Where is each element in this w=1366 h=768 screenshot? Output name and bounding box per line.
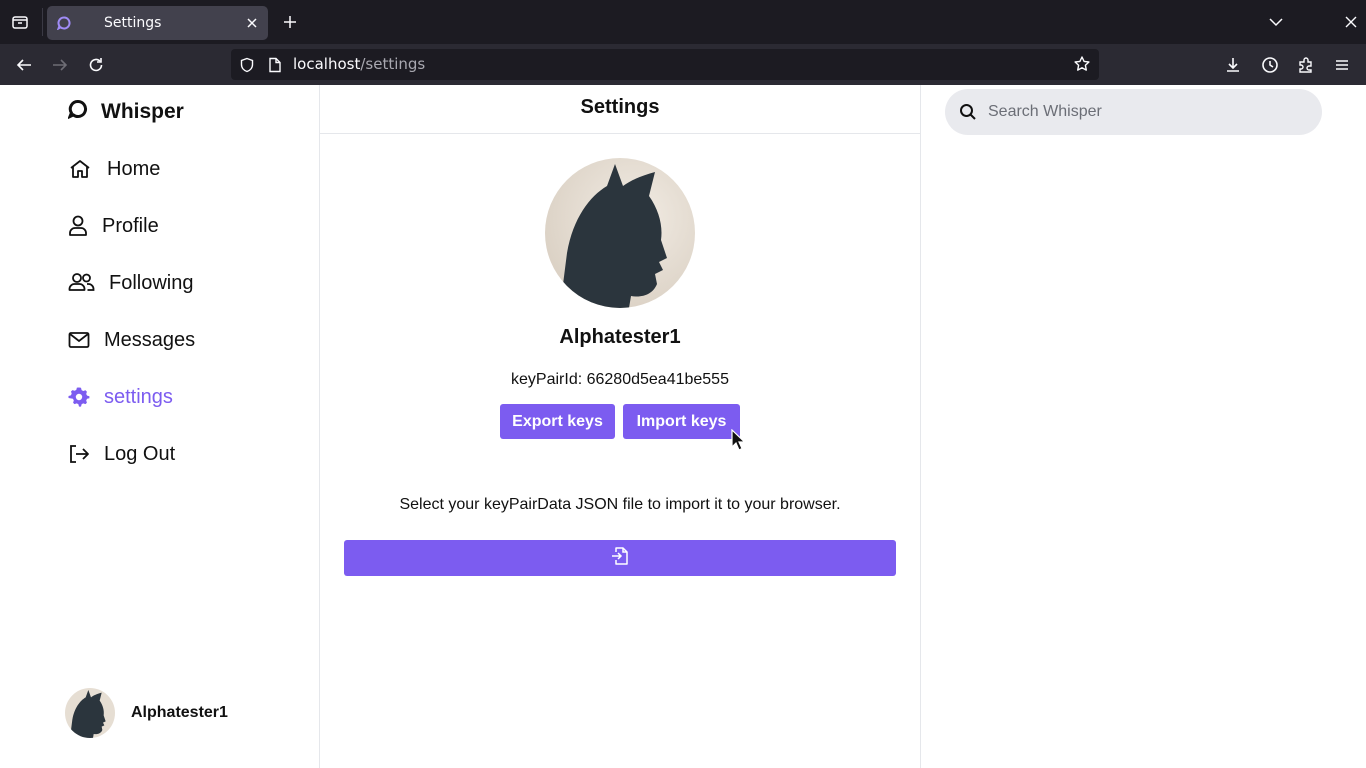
sidebar-item-label: settings <box>104 385 173 408</box>
sidebar-item-messages[interactable]: Messages <box>68 325 195 355</box>
sidebar-item-profile[interactable]: Profile <box>68 211 159 241</box>
file-select-button[interactable] <box>344 540 896 576</box>
tab-separator <box>42 8 43 36</box>
search-input[interactable] <box>988 89 1308 135</box>
url-text[interactable]: localhost/settings <box>293 49 425 80</box>
sidebar-item-label: Messages <box>104 328 196 351</box>
import-keys-button[interactable]: Import keys <box>623 404 740 439</box>
whisper-logo-icon <box>67 99 88 124</box>
file-import-icon <box>611 546 629 571</box>
gear-icon <box>68 385 90 409</box>
current-user-name: Alphatester1 <box>131 704 228 721</box>
sidebar: Whisper Home Profile Following Messages <box>0 85 320 768</box>
right-panel <box>921 85 1366 768</box>
user-icon <box>68 214 88 238</box>
reload-icon[interactable] <box>85 54 107 76</box>
sidebar-item-label: Profile <box>102 214 159 237</box>
logo-text: Whisper <box>101 99 184 123</box>
list-all-tabs-chevron-down-icon[interactable] <box>1266 12 1286 32</box>
main-header: Settings <box>320 85 920 134</box>
page-info-icon[interactable] <box>266 56 284 74</box>
search-box[interactable] <box>945 89 1322 135</box>
home-icon <box>68 157 92 181</box>
app: Whisper Home Profile Following Messages <box>0 85 1366 768</box>
close-tab-icon[interactable] <box>244 15 260 31</box>
forward-arrow-icon[interactable] <box>49 54 71 76</box>
mouse-cursor-icon <box>731 428 746 451</box>
window-close-icon[interactable] <box>1341 12 1361 32</box>
page-title: Settings <box>580 96 660 118</box>
search-icon <box>959 103 977 121</box>
main-panel: Settings Alphatester1 keyPairId: 66280d5… <box>320 85 921 768</box>
profile-username: Alphatester1 <box>559 326 681 348</box>
browser-tab-settings[interactable]: Settings <box>47 6 268 40</box>
mail-icon <box>68 328 90 352</box>
browser-tabbar: Settings <box>0 0 1366 44</box>
keypair-id: keyPairId: 66280d5ea41be555 <box>511 371 729 388</box>
import-hint-text: Select your keyPairData JSON file to imp… <box>399 496 841 513</box>
sidebar-item-following[interactable]: Following <box>68 268 193 298</box>
tracking-shield-icon[interactable] <box>238 56 256 74</box>
downloads-icon[interactable] <box>1222 54 1244 76</box>
url-host: localhost <box>293 55 361 73</box>
profile-avatar <box>545 158 695 308</box>
url-path: /settings <box>360 55 426 73</box>
tab-list-icon[interactable] <box>8 10 32 34</box>
sidebar-item-logout[interactable]: Log Out <box>68 439 175 469</box>
tab-title: Settings <box>104 15 162 31</box>
export-keys-button[interactable]: Export keys <box>500 404 615 439</box>
history-clock-icon[interactable] <box>1259 54 1281 76</box>
bookmark-star-icon[interactable] <box>1072 54 1092 74</box>
extensions-puzzle-icon[interactable] <box>1295 54 1317 76</box>
sidebar-item-label: Log Out <box>104 442 176 465</box>
users-icon <box>68 271 95 295</box>
sidebar-item-label: Following <box>109 271 194 294</box>
sidebar-item-settings[interactable]: settings <box>68 382 173 412</box>
menu-hamburger-icon[interactable] <box>1331 54 1353 76</box>
new-tab-icon[interactable] <box>280 12 300 32</box>
current-user-card[interactable]: Alphatester1 <box>65 688 228 738</box>
sidebar-item-home[interactable]: Home <box>68 154 160 184</box>
avatar <box>65 688 115 738</box>
sidebar-item-label: Home <box>107 157 161 180</box>
logo[interactable]: Whisper <box>67 99 184 124</box>
logout-icon <box>68 442 90 466</box>
back-arrow-icon[interactable] <box>13 54 35 76</box>
